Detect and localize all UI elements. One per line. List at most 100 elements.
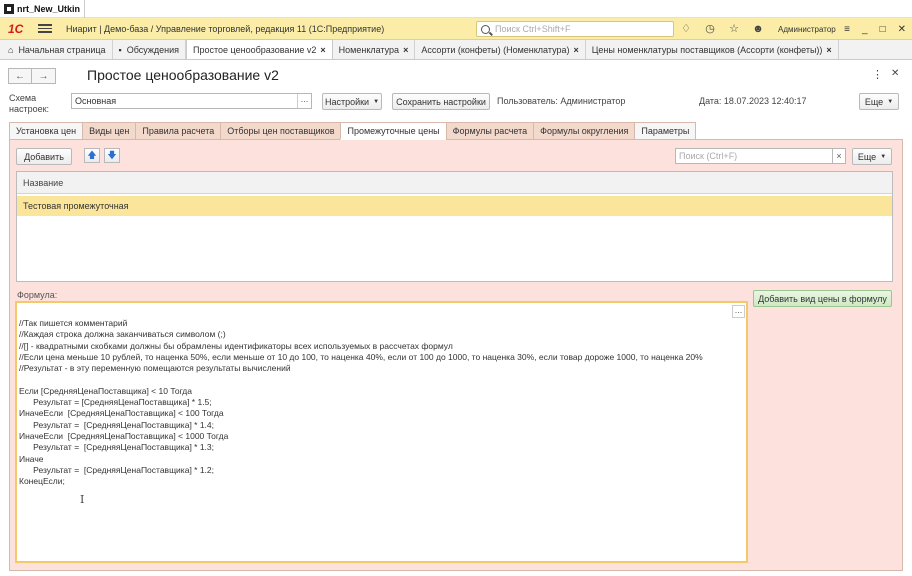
formula-line: //[] - квадратными скобками должны бы об…: [19, 340, 453, 351]
list-search-placeholder: Поиск (Ctrl+F): [679, 151, 738, 161]
main-menu-icon[interactable]: [38, 24, 52, 33]
select-dots-icon[interactable]: ...: [297, 94, 311, 108]
navigation-buttons: ← →: [8, 68, 56, 84]
column-header-name[interactable]: Название: [17, 172, 892, 194]
clear-search-icon[interactable]: ×: [832, 148, 846, 164]
settings-scheme-field[interactable]: Основная ...: [71, 93, 312, 109]
app-icon: [4, 3, 14, 14]
page-tabs: Установка цен Виды цен Правила расчета О…: [9, 122, 697, 140]
list-search-input[interactable]: Поиск (Ctrl+F): [675, 148, 845, 164]
tab-label: Начальная страница: [18, 44, 106, 55]
window-tabs: ⌂ Начальная страница ▪ Обсуждения Просто…: [0, 39, 912, 60]
tab-label: Обсуждения: [126, 44, 180, 55]
tab-simple-pricing[interactable]: Простое ценообразование v2 ×: [186, 39, 333, 59]
close-tab-icon[interactable]: ×: [403, 45, 408, 55]
restore-icon[interactable]: □: [880, 24, 886, 35]
formula-line: //Каждая строка должна заканчиваться сим…: [19, 329, 226, 340]
move-buttons: 🡅 🡇: [84, 148, 120, 163]
formula-line: Результат = [СредняяЦенаПоставщика] * 1.…: [19, 397, 212, 408]
table-row[interactable]: Тестовая промежуточная: [17, 196, 892, 216]
home-icon: ⌂: [8, 44, 14, 55]
global-search-input[interactable]: Поиск Ctrl+Shift+F: [476, 21, 674, 37]
tab-calc-rules[interactable]: Правила расчета: [135, 122, 222, 140]
close-tab-icon[interactable]: ×: [320, 45, 325, 55]
tab-label: Ассорти (конфеты) (Номенклатура): [421, 44, 570, 55]
list-more-button[interactable]: Еще ▼: [852, 148, 892, 165]
tab-label: Простое ценообразование v2: [193, 44, 317, 55]
formula-dots-icon[interactable]: ...: [732, 305, 745, 318]
date-text: Дата: 18.07.2023 12:40:17: [699, 96, 807, 106]
tab-price-types[interactable]: Виды цен: [82, 122, 137, 140]
add-button-label: Добавить: [24, 151, 64, 162]
user-text: Пользователь: Администратор: [497, 96, 626, 106]
tab-label: Цены номенклатуры поставщиков (Ассорти (…: [591, 44, 823, 55]
settings-button-label: Настройки: [324, 96, 370, 107]
global-search-placeholder: Поиск Ctrl+Shift+F: [495, 24, 571, 34]
history-icon[interactable]: ◷: [704, 23, 716, 35]
settings-scheme-value: Основная: [75, 96, 117, 106]
tab-rounding-formulas[interactable]: Формулы округления: [533, 122, 636, 140]
more-button-label: Еще: [864, 96, 884, 107]
tab-label: Номенклатура: [338, 44, 400, 55]
1c-logo: 1С: [8, 21, 24, 36]
move-down-icon[interactable]: 🡇: [104, 148, 120, 163]
close-tab-icon[interactable]: ×: [826, 45, 831, 55]
tab-intermediate-prices[interactable]: Промежуточные цены: [340, 122, 447, 140]
more-button[interactable]: Еще ▼: [859, 93, 899, 110]
formula-line: //Результат - в эту переменную помещаютс…: [19, 363, 291, 374]
settings-scheme-label: Схема настроек:: [9, 93, 50, 114]
bell-icon[interactable]: ♢: [680, 23, 692, 35]
search-icon: [481, 24, 490, 34]
user-icon[interactable]: ☻: [752, 23, 764, 35]
user-name[interactable]: Администратор: [778, 25, 836, 34]
os-window-tab[interactable]: nrt_New_Utkin: [0, 0, 86, 18]
formula-line: Если [СредняяЦенаПоставщика] < 10 Тогда: [19, 385, 192, 396]
formula-line: [19, 374, 734, 385]
close-tab-icon[interactable]: ×: [574, 45, 579, 55]
tab-assorti[interactable]: Ассорти (конфеты) (Номенклатура) ×: [415, 40, 586, 59]
formula-text[interactable]: //Так пишется комментарий//Каждая строка…: [19, 318, 734, 487]
star-icon[interactable]: ☆: [728, 23, 740, 35]
formula-line: //Если цена меньше 10 рублей, то наценка…: [19, 351, 703, 362]
tab-discussions[interactable]: ▪ Обсуждения: [113, 40, 187, 59]
move-up-icon[interactable]: 🡅: [84, 148, 100, 163]
chevron-down-icon: ▼: [373, 98, 380, 105]
back-arrow-icon[interactable]: ←: [8, 68, 32, 84]
formula-line: ИначеЕсли [СредняяЦенаПоставщика] < 1000…: [19, 430, 229, 441]
formula-line: Иначе: [19, 453, 44, 464]
form-menu-icon[interactable]: ⋮: [872, 68, 883, 81]
formula-line: Результат = [СредняяЦенаПоставщика] * 1.…: [19, 464, 215, 475]
settings-lines-icon[interactable]: ≡: [844, 24, 850, 35]
tab-set-prices[interactable]: Установка цен: [9, 122, 84, 140]
os-window-title: nrt_New_Utkin: [17, 3, 81, 14]
tab-supplier-filters[interactable]: Отборы цен поставщиков: [220, 122, 342, 140]
chevron-down-icon: ▼: [880, 153, 887, 160]
add-button[interactable]: Добавить: [16, 148, 72, 165]
chevron-down-icon: ▼: [887, 98, 894, 105]
close-icon[interactable]: ✕: [898, 24, 906, 35]
tab-supplier-prices[interactable]: Цены номенклатуры поставщиков (Ассорти (…: [586, 40, 839, 59]
formula-line: КонецЕсли;: [19, 476, 65, 487]
formula-line: Результат = [СредняяЦенаПоставщика] * 1.…: [19, 419, 215, 430]
intermediate-prices-table[interactable]: Название Тестовая промежуточная: [16, 171, 893, 282]
add-price-type-button[interactable]: Добавить вид цены в формулу: [753, 290, 892, 307]
tab-calc-formulas[interactable]: Формулы расчета: [445, 122, 535, 140]
form-title: Простое ценообразование v2: [87, 67, 279, 83]
tab-home[interactable]: ⌂ Начальная страница: [2, 40, 113, 59]
app-title: Ниарит | Демо-база / Управление торговле…: [66, 23, 385, 34]
formula-line: //Так пишется комментарий: [19, 318, 128, 328]
list-more-label: Еще: [857, 151, 877, 162]
save-settings-button[interactable]: Сохранить настройки: [392, 93, 490, 110]
save-settings-label: Сохранить настройки: [396, 96, 486, 107]
text-cursor-icon: I: [80, 493, 85, 506]
form-close-icon[interactable]: ✕: [891, 68, 899, 79]
chat-icon: ▪: [118, 44, 122, 55]
settings-button[interactable]: Настройки ▼: [322, 93, 382, 110]
tab-nomenclature[interactable]: Номенклатура ×: [333, 40, 416, 59]
forward-arrow-icon[interactable]: →: [32, 68, 56, 84]
tab-parameters[interactable]: Параметры: [634, 122, 697, 140]
formula-line: ИначеЕсли [СредняяЦенаПоставщика] < 100 …: [19, 408, 224, 419]
formula-label: Формула:: [17, 290, 58, 300]
minimize-icon[interactable]: _: [862, 24, 868, 35]
os-title-bar: nrt_New_Utkin: [0, 0, 912, 18]
